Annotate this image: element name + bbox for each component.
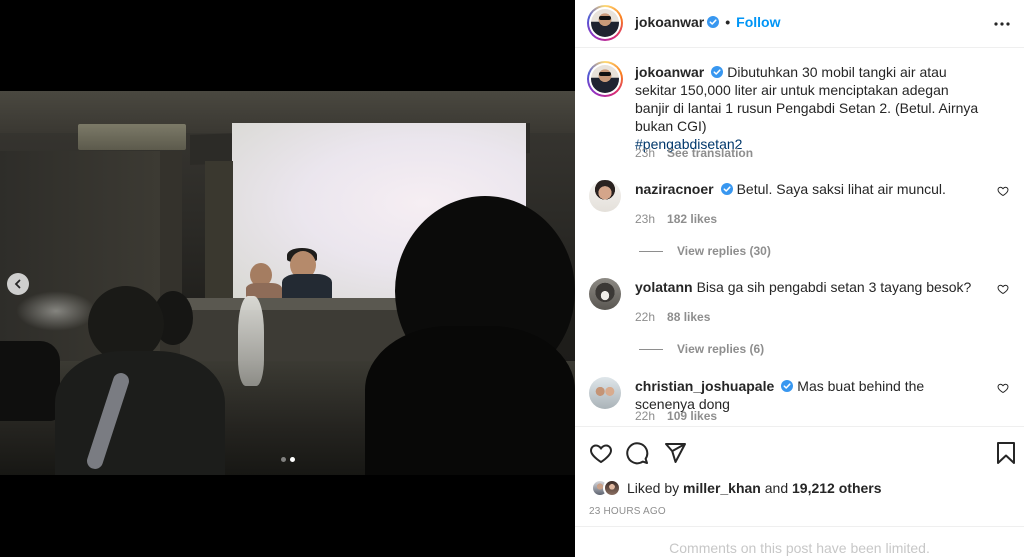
post-media	[0, 0, 575, 557]
author-username[interactable]: jokoanwar	[635, 14, 704, 30]
likes-prefix: Liked by	[627, 480, 680, 496]
comment-likes[interactable]: 182 likes	[667, 212, 717, 226]
more-options-icon	[994, 22, 1010, 26]
photo-water-stream	[238, 296, 264, 386]
post-details-panel: jokoanwar • Follow jokoanwar Dibutuhkan 3…	[575, 0, 1024, 557]
comment-like-button[interactable]	[997, 283, 1009, 298]
comment-time: 23h	[635, 212, 656, 226]
photo-silhouette-body	[365, 326, 575, 475]
carousel-dot-active	[290, 457, 295, 462]
view-replies-label: View replies (30)	[677, 244, 771, 258]
commenter-username[interactable]: naziracnoer	[635, 181, 714, 197]
verified-icon	[720, 183, 733, 195]
view-replies-label: View replies (6)	[677, 342, 765, 356]
carousel-prev-button[interactable]	[7, 273, 29, 295]
follow-button[interactable]: Follow	[736, 14, 780, 30]
save-button[interactable]	[995, 441, 1017, 468]
comment-text: Betul. Saya saksi lihat air muncul.	[736, 181, 946, 197]
caption-author-avatar[interactable]	[587, 61, 623, 97]
comment-likes[interactable]: 109 likes	[667, 409, 717, 423]
photo-water-spray	[16, 291, 96, 331]
heart-icon	[997, 186, 1009, 197]
header-separator: •	[725, 14, 731, 30]
comment-icon	[626, 442, 649, 465]
caption-username[interactable]: jokoanwar	[635, 64, 704, 80]
comment-likes[interactable]: 88 likes	[667, 310, 710, 324]
comment-like-button[interactable]	[997, 185, 1009, 200]
photo-foreground-body	[55, 351, 225, 475]
comments-limited-notice: Comments on this post have been limited.	[575, 526, 1024, 557]
replies-line	[639, 250, 663, 252]
photo-lamp	[78, 124, 186, 150]
photo-camera	[0, 341, 60, 421]
like-button[interactable]	[589, 441, 613, 468]
post-actions	[575, 426, 1024, 478]
liker-username[interactable]: miller_khan	[683, 480, 761, 496]
likes-text: Liked by miller_khan and 19,212 others	[627, 480, 882, 496]
more-options-button[interactable]	[992, 14, 1012, 37]
replies-line	[639, 348, 663, 350]
author-avatar[interactable]	[587, 5, 623, 41]
see-translation-button[interactable]: See translation	[667, 146, 753, 160]
post-header: jokoanwar • Follow	[575, 0, 1024, 48]
commenter-avatar[interactable]	[589, 377, 621, 409]
comment-time: 22h	[635, 310, 656, 324]
verified-icon	[781, 380, 794, 392]
carousel-dot	[281, 457, 286, 462]
post-timestamp[interactable]: 23 HOURS AGO	[589, 506, 666, 517]
comments-list: jokoanwar Dibutuhkan 30 mobil tangki air …	[575, 48, 1024, 426]
comment-time: 22h	[635, 409, 656, 423]
liker-avatar[interactable]	[603, 479, 621, 497]
share-button[interactable]	[663, 441, 687, 468]
chevron-left-icon	[14, 279, 21, 289]
bookmark-icon	[997, 442, 1015, 464]
likes-summary: Liked by miller_khan and 19,212 others	[591, 479, 882, 497]
commenter-avatar[interactable]	[589, 180, 621, 212]
heart-icon	[997, 284, 1009, 295]
caption-time: 23h	[635, 146, 656, 160]
comment-like-button[interactable]	[997, 382, 1009, 397]
comment-button[interactable]	[625, 441, 649, 468]
post-photo[interactable]	[0, 91, 575, 475]
view-replies-button[interactable]: View replies (6)	[639, 342, 764, 356]
view-replies-button[interactable]: View replies (30)	[639, 244, 771, 258]
carousel-dots	[281, 457, 295, 462]
heart-icon	[590, 444, 612, 464]
verified-icon	[711, 66, 724, 78]
commenter-username[interactable]: christian_joshuapale	[635, 378, 774, 394]
likes-count[interactable]: 19,212 others	[792, 480, 882, 496]
commenter-username[interactable]: yolatann	[635, 279, 693, 295]
comment-text: Bisa ga sih pengabdi setan 3 tayang beso…	[696, 279, 972, 295]
share-icon	[665, 443, 686, 463]
verified-icon	[707, 16, 720, 28]
likes-conjunction: and	[764, 480, 789, 496]
heart-icon	[997, 383, 1009, 394]
commenter-avatar[interactable]	[589, 278, 621, 310]
